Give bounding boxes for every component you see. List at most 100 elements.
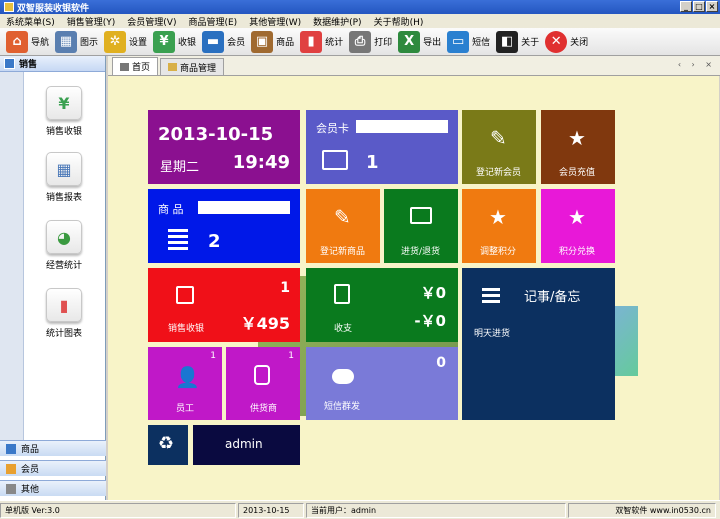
income-expense-tile[interactable]: ￥0 -￥0 收支 xyxy=(306,268,458,342)
menu-products[interactable]: 商品管理(E) xyxy=(188,15,237,28)
register-member-label: 登记新会员 xyxy=(476,168,522,178)
table-icon: ▦ xyxy=(46,152,82,186)
star-icon: ★ xyxy=(489,205,507,229)
member-card-label: 会员卡 xyxy=(316,122,349,135)
toolbar-export-button[interactable]: X 导出 xyxy=(396,29,445,55)
sidebar-section-members[interactable]: 会员 xyxy=(0,460,106,476)
staff-label: 员工 xyxy=(176,404,195,414)
close-icon: ✕ xyxy=(545,30,568,53)
member-card-tile[interactable]: 会员卡 1 xyxy=(306,110,458,184)
chat-bubble-icon xyxy=(332,369,354,384)
toolbar-member-button[interactable]: ▬ 会员 xyxy=(200,29,249,55)
current-user-name: admin xyxy=(225,437,263,451)
building-icon xyxy=(168,229,188,253)
product-input[interactable] xyxy=(198,201,290,214)
tab-bar: 首页 商品管理 ‹ › × xyxy=(108,56,720,76)
other-icon xyxy=(6,483,16,494)
menu-bar: 系统菜单(S) 销售管理(Y) 会员管理(V) 商品管理(E) 其他管理(W) … xyxy=(0,14,720,28)
menu-help[interactable]: 关于帮助(H) xyxy=(374,15,424,28)
toolbar-close-button[interactable]: ✕ 关闭 xyxy=(543,29,592,55)
toolbar-settings-button[interactable]: ✲ 设置 xyxy=(102,29,151,55)
register-member-tile[interactable]: ✎ 登记新会员 xyxy=(462,110,536,184)
toolbar-checkout-button[interactable]: ¥ 收银 xyxy=(151,29,200,55)
printer-icon: ⎙ xyxy=(349,30,372,53)
sidebar: 销售 ¥ 销售收银 ▦ 销售报表 ◕ 经营统计 ▮ 统计图表 商品 会员 其他 xyxy=(0,56,106,500)
train-icon xyxy=(254,365,270,385)
status-date: 2013-10-15 xyxy=(238,502,304,518)
member-icon xyxy=(6,463,16,474)
toolbar-product-button[interactable]: ▣ 商品 xyxy=(249,29,298,55)
expense-value: -￥0 xyxy=(414,312,446,330)
star-icon: ★ xyxy=(568,126,586,150)
product-icon xyxy=(6,443,16,454)
toolbar-print-button[interactable]: ⎙ 打印 xyxy=(347,29,396,55)
date-time-tile: 2013-10-15 星期二 19:49 xyxy=(148,110,300,184)
window-title: 双智服装收银软件 xyxy=(17,3,90,14)
pie-chart-icon: ◕ xyxy=(46,220,82,254)
title-bar: 双智服装收银软件 _ □ × xyxy=(0,0,720,14)
sms-broadcast-label: 短信群发 xyxy=(324,402,361,412)
sidebar-item-stats-chart[interactable]: ▮ 统计图表 xyxy=(44,288,84,339)
adjust-points-tile[interactable]: ★ 调整积分 xyxy=(462,189,536,263)
product-tile[interactable]: 商 品 2 xyxy=(148,189,300,263)
menu-lines-icon xyxy=(482,288,500,304)
supplier-tile[interactable]: 1 供货商 xyxy=(226,347,300,420)
app-icon xyxy=(4,2,14,12)
star-icon: ★ xyxy=(568,205,586,229)
sidebar-section-other[interactable]: 其他 xyxy=(0,480,106,496)
tab-scroll-arrows[interactable]: ‹ › × xyxy=(678,60,716,69)
maximize-button[interactable]: □ xyxy=(693,1,705,12)
calendar-icon: ▦ xyxy=(55,30,78,53)
notes-tile[interactable]: 记事/备忘 明天进货 xyxy=(462,268,615,420)
sms-broadcast-tile[interactable]: 0 短信群发 xyxy=(306,347,458,420)
current-user-tile[interactable]: admin xyxy=(193,425,300,465)
pencil-icon: ✎ xyxy=(334,205,351,229)
status-vendor: 双智软件 www.in0530.cn xyxy=(568,502,716,518)
sales-checkout-amount: ￥495 xyxy=(240,314,290,333)
menu-sales[interactable]: 销售管理(Y) xyxy=(67,15,116,28)
staff-tile[interactable]: 1 👤 员工 xyxy=(148,347,222,420)
sidebar-header-sales[interactable]: 销售 xyxy=(0,56,105,72)
sidebar-item-sales-report[interactable]: ▦ 销售报表 xyxy=(44,152,84,203)
toolbar-about-button[interactable]: ◧ 关于 xyxy=(494,29,543,55)
close-window-button[interactable]: × xyxy=(706,1,718,12)
toolbar-sms-button[interactable]: ▭ 短信 xyxy=(445,29,494,55)
menu-other[interactable]: 其他管理(W) xyxy=(249,15,301,28)
tab-home[interactable]: 首页 xyxy=(112,57,159,75)
time-text: 19:49 xyxy=(232,152,290,173)
notes-text: 明天进货 xyxy=(474,329,511,339)
member-recharge-label: 会员充值 xyxy=(559,168,596,178)
home-icon: ⌂ xyxy=(6,30,28,53)
bar-chart-icon: ▮ xyxy=(300,30,323,53)
menu-system[interactable]: 系统菜单(S) xyxy=(6,15,55,28)
income-value: ￥0 xyxy=(420,284,446,302)
toolbar-stats-button[interactable]: ▮ 统计 xyxy=(298,29,347,55)
toolbar-diagram-button[interactable]: ▦ 图示 xyxy=(53,29,102,55)
toolbar-nav-button[interactable]: ⌂ 导航 xyxy=(4,29,53,55)
menu-members[interactable]: 会员管理(V) xyxy=(127,15,176,28)
weekday-text: 星期二 xyxy=(160,160,200,175)
yen-icon: ¥ xyxy=(153,30,176,53)
sales-checkout-tile[interactable]: 1 ￥495 销售收银 xyxy=(148,268,300,342)
minimize-button[interactable]: _ xyxy=(680,1,692,12)
adjust-points-label: 调整积分 xyxy=(480,247,517,257)
points-exchange-label: 积分兑换 xyxy=(559,247,596,257)
member-card-input[interactable] xyxy=(356,120,448,133)
sidebar-item-business-stats[interactable]: ◕ 经营统计 xyxy=(44,220,84,271)
folder-icon xyxy=(168,63,178,71)
member-recharge-tile[interactable]: ★ 会员充值 xyxy=(541,110,615,184)
sidebar-item-sales-checkout[interactable]: ¥ 销售收银 xyxy=(44,86,84,137)
stock-in-out-tile[interactable]: 进货/退货 xyxy=(384,189,458,263)
points-exchange-tile[interactable]: ★ 积分兑换 xyxy=(541,189,615,263)
sms-count: 0 xyxy=(436,355,446,371)
menu-data[interactable]: 数据维护(P) xyxy=(313,15,361,28)
register-product-tile[interactable]: ✎ 登记新商品 xyxy=(306,189,380,263)
tab-product-management[interactable]: 商品管理 xyxy=(160,58,225,75)
recycle-tile[interactable]: ♻ xyxy=(148,425,188,465)
sales-icon xyxy=(4,58,15,69)
pencil-icon: ✎ xyxy=(490,126,507,150)
sms-icon: ▭ xyxy=(447,30,470,53)
gear-icon: ✲ xyxy=(104,30,127,53)
sidebar-section-products[interactable]: 商品 xyxy=(0,440,106,456)
recycle-icon: ♻ xyxy=(158,433,175,454)
